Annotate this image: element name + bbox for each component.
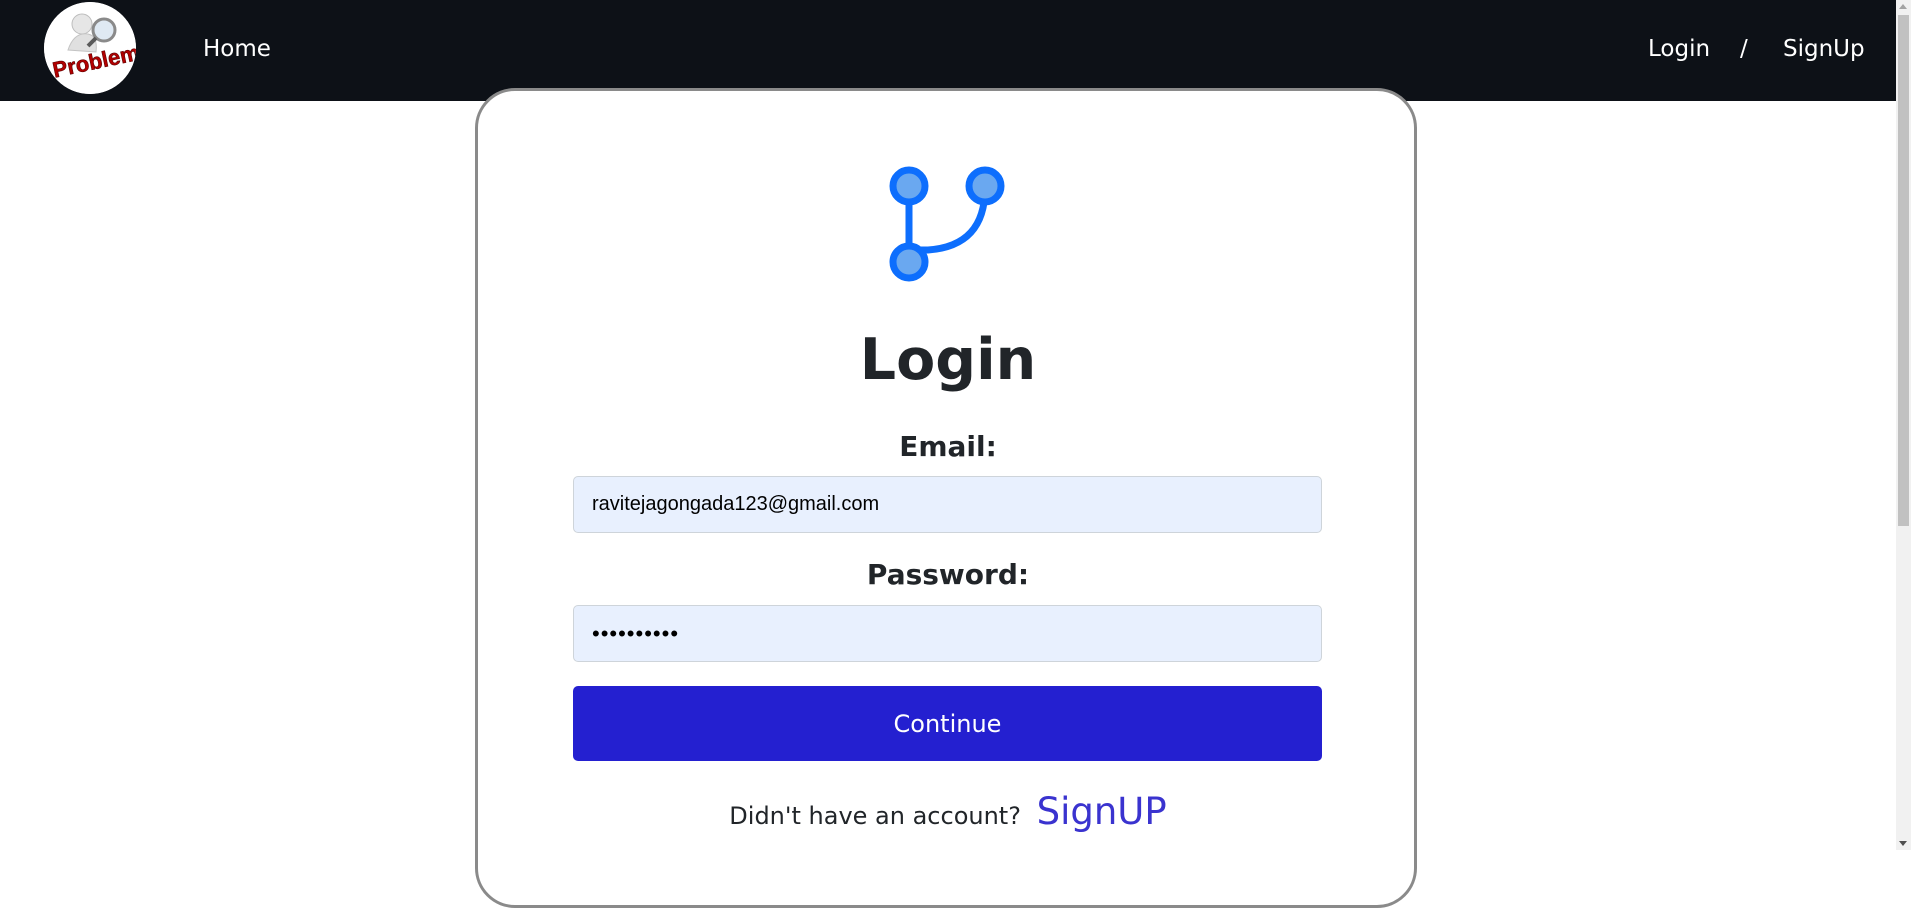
login-title: Login xyxy=(859,327,1037,393)
signup-prompt: Didn't have an account? SignUP xyxy=(0,790,1896,838)
top-navbar: Problem Home Login / SignUp xyxy=(0,0,1911,101)
password-field[interactable] xyxy=(573,605,1322,662)
signup-link[interactable]: SignUP xyxy=(1037,790,1167,833)
nav-signup-link[interactable]: SignUp xyxy=(1783,34,1865,64)
email-field[interactable] xyxy=(573,476,1322,533)
nav-home-link[interactable]: Home xyxy=(203,34,271,64)
nav-login-link[interactable]: Login xyxy=(1648,34,1710,64)
nav-separator: / xyxy=(1740,36,1748,62)
problem-logo-icon: Problem xyxy=(44,2,136,94)
password-label: Password: xyxy=(866,558,1030,591)
continue-button[interactable]: Continue xyxy=(573,686,1322,761)
scroll-down-arrow-icon[interactable] xyxy=(1899,841,1907,846)
site-logo[interactable]: Problem xyxy=(44,2,136,94)
git-branch-icon xyxy=(889,166,1005,282)
scrollbar-thumb[interactable] xyxy=(1898,15,1909,526)
email-label: Email: xyxy=(899,430,997,463)
page-scrollbar[interactable] xyxy=(1896,0,1911,850)
signup-prompt-text: Didn't have an account? xyxy=(729,802,1021,830)
scroll-up-arrow-icon[interactable] xyxy=(1899,4,1907,9)
